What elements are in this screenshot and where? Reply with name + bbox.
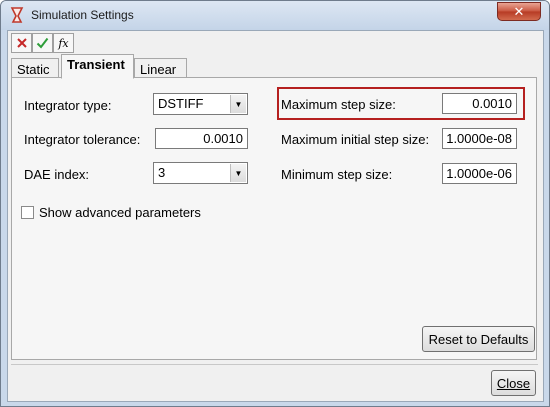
max-initial-step-label: Maximum initial step size:: [281, 132, 430, 147]
tab-label: Linear: [140, 62, 177, 77]
apply-button[interactable]: [32, 33, 53, 53]
chevron-down-icon: ▼: [230, 164, 246, 182]
max-step-label: Maximum step size:: [281, 97, 396, 112]
button-label: Reset to Defaults: [428, 331, 529, 347]
max-step-field[interactable]: 0.0010: [442, 93, 517, 114]
function-icon: fx: [58, 36, 69, 50]
button-label: Close: [496, 375, 531, 391]
close-icon: ✕: [513, 4, 525, 19]
show-advanced-label: Show advanced parameters: [39, 205, 201, 220]
dae-index-label: DAE index:: [24, 167, 90, 182]
function-button[interactable]: fx: [53, 33, 74, 53]
chevron-down-icon: ▼: [230, 95, 246, 113]
toolbar: fx: [11, 33, 74, 53]
window-close-button[interactable]: ✕: [497, 2, 541, 21]
show-advanced-checkbox[interactable]: [21, 206, 34, 219]
tab-label: Transient: [67, 57, 125, 72]
reset-defaults-button[interactable]: Reset to Defaults: [422, 326, 535, 352]
title-bar[interactable]: Simulation Settings ✕: [1, 1, 549, 30]
window-title: Simulation Settings: [31, 8, 134, 22]
tab-transient[interactable]: Transient: [61, 54, 134, 79]
tab-static[interactable]: Static: [11, 58, 59, 79]
integrator-tolerance-label: Integrator tolerance:: [24, 132, 141, 147]
min-step-field[interactable]: 1.0000e-06: [442, 163, 517, 184]
dialog-body: fx Static Transient Linear Integrator ty…: [7, 30, 544, 402]
app-icon: [9, 6, 25, 24]
max-initial-step-field[interactable]: 1.0000e-08: [442, 128, 517, 149]
transient-panel: Integrator type: DSTIFF ▼ Integrator tol…: [11, 77, 537, 360]
select-value: DSTIFF: [158, 96, 204, 111]
integrator-type-label: Integrator type:: [24, 98, 112, 113]
tab-label: Static: [17, 62, 50, 77]
cancel-button[interactable]: [11, 33, 32, 53]
integrator-tolerance-field[interactable]: 0.0010: [155, 128, 248, 149]
close-button[interactable]: Close: [491, 370, 536, 396]
divider: [11, 364, 538, 365]
min-step-label: Minimum step size:: [281, 167, 393, 182]
dialog-window: Simulation Settings ✕ fx Static Transien…: [0, 0, 550, 407]
tab-linear[interactable]: Linear: [134, 58, 187, 79]
check-icon: [36, 37, 49, 49]
select-value: 3: [158, 165, 166, 180]
dae-index-select[interactable]: 3 ▼: [153, 162, 248, 184]
integrator-type-select[interactable]: DSTIFF ▼: [153, 93, 248, 115]
close-icon: [16, 38, 27, 48]
